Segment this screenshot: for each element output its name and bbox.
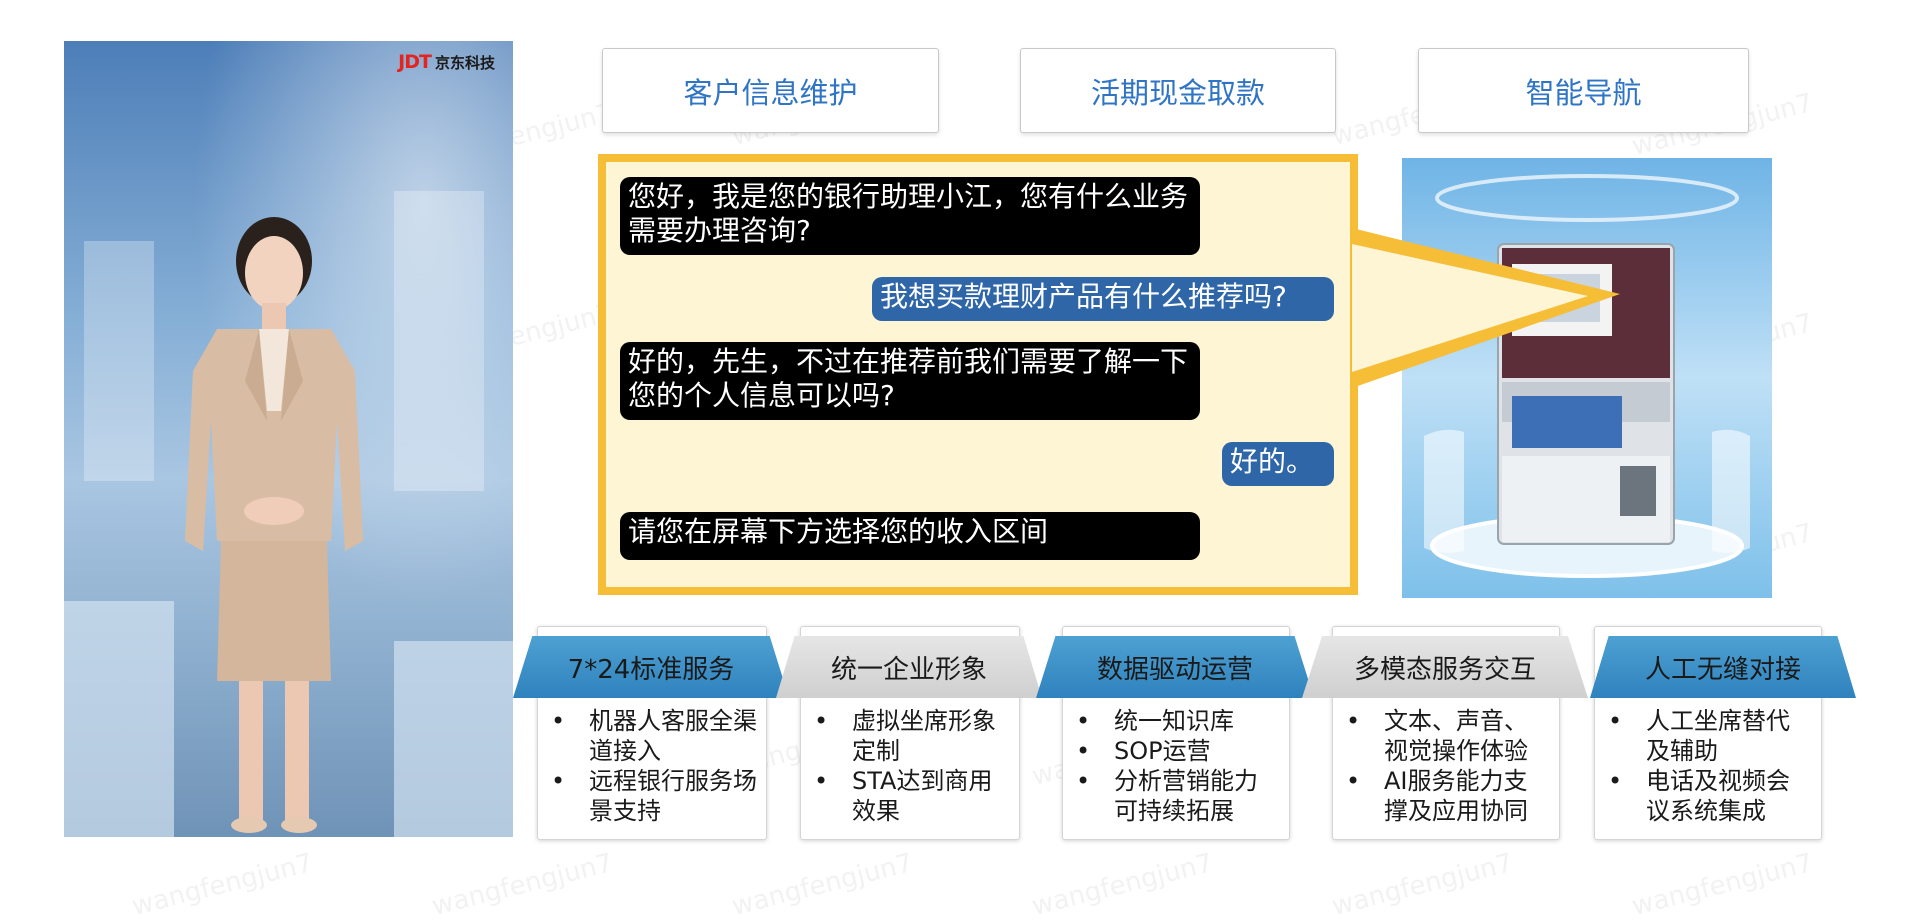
background-building — [84, 241, 154, 481]
feature-list-item: AI服务能力支撑及应用协同 — [1346, 766, 1550, 826]
feature-title-human-handoff: 人工无缝对接 — [1590, 636, 1856, 698]
feature-list-item: 远程银行服务场景支持 — [551, 766, 757, 826]
feature-card-multimodal-body: 文本、声音、视觉操作体验 AI服务能力支撑及应用协同 — [1332, 700, 1558, 838]
feature-title-24x7: 7*24标准服务 — [513, 636, 789, 698]
kiosk-image — [1352, 158, 1772, 598]
virtual-assistant-panel: JDT 京东科技 — [64, 41, 513, 837]
watermark: wangfengjun7 — [1329, 848, 1516, 922]
virtual-assistant-avatar — [185, 217, 363, 833]
feature-list-item: 文本、声音、视觉操作体验 — [1346, 706, 1550, 766]
watermark: wangfengjun7 — [129, 848, 316, 922]
chat-message-bot: 您好，我是您的银行助理小江，您有什么业务需要办理咨询? — [620, 177, 1200, 255]
feature-list: 统一知识库 SOP运营 分析营销能力可持续拓展 — [1076, 706, 1280, 826]
feature-list-item: 电话及视频会议系统集成 — [1608, 766, 1812, 826]
feature-list-item: 统一知识库 — [1076, 706, 1280, 736]
feature-list: 文本、声音、视觉操作体验 AI服务能力支撑及应用协同 — [1346, 706, 1550, 826]
feature-title-data-ops: 数据驱动运营 — [1036, 636, 1314, 698]
feature-list: 机器人客服全渠道接入 远程银行服务场景支持 — [551, 706, 757, 826]
chat-message-user: 我想买款理财产品有什么推荐吗? — [872, 277, 1334, 321]
tab-smart-navigation[interactable]: 智能导航 — [1418, 48, 1749, 133]
feature-list-item: 虚拟坐席形象定制 — [814, 706, 1010, 766]
background-desk — [394, 641, 513, 837]
feature-title-brand-image: 统一企业形象 — [776, 636, 1042, 698]
feature-list-item: 分析营销能力可持续拓展 — [1076, 766, 1280, 826]
chat-message-bot: 请您在屏幕下方选择您的收入区间 — [620, 512, 1200, 560]
watermark: wangfengjun7 — [1029, 848, 1216, 922]
feature-list-item: 机器人客服全渠道接入 — [551, 706, 757, 766]
feature-card-human-handoff-body: 人工坐席替代及辅助 电话及视频会议系统集成 — [1594, 700, 1820, 838]
brand-logo: JDT 京东科技 — [398, 51, 495, 73]
brand-logo-mark: JDT — [398, 51, 432, 73]
feature-list-item: SOP运营 — [1076, 736, 1280, 766]
tab-cash-withdrawal[interactable]: 活期现金取款 — [1020, 48, 1336, 133]
watermark: wangfengjun7 — [1629, 848, 1816, 922]
feature-list: 虚拟坐席形象定制 STA达到商用效果 — [814, 706, 1010, 826]
chat-message-user: 好的。 — [1222, 442, 1334, 486]
feature-list: 人工坐席替代及辅助 电话及视频会议系统集成 — [1608, 706, 1812, 826]
watermark: wangfengjun7 — [729, 848, 916, 922]
feature-list-item: STA达到商用效果 — [814, 766, 1010, 826]
feature-card-24x7-body: 机器人客服全渠道接入 远程银行服务场景支持 — [537, 700, 765, 838]
feature-card-data-ops-body: 统一知识库 SOP运营 分析营销能力可持续拓展 — [1062, 700, 1288, 838]
background-building — [394, 191, 484, 491]
feature-title-multimodal: 多模态服务交互 — [1302, 636, 1588, 698]
watermark: wangfengjun7 — [429, 848, 616, 922]
tab-customer-info[interactable]: 客户信息维护 — [602, 48, 939, 133]
brand-logo-name: 京东科技 — [434, 54, 495, 72]
chat-message-bot: 好的，先生，不过在推荐前我们需要了解一下您的个人信息可以吗? — [620, 342, 1200, 420]
feature-card-brand-image-body: 虚拟坐席形象定制 STA达到商用效果 — [800, 700, 1018, 838]
feature-list-item: 人工坐席替代及辅助 — [1608, 706, 1812, 766]
chat-dialog: 您好，我是您的银行助理小江，您有什么业务需要办理咨询? 我想买款理财产品有什么推… — [598, 154, 1358, 595]
background-desk — [64, 601, 174, 837]
